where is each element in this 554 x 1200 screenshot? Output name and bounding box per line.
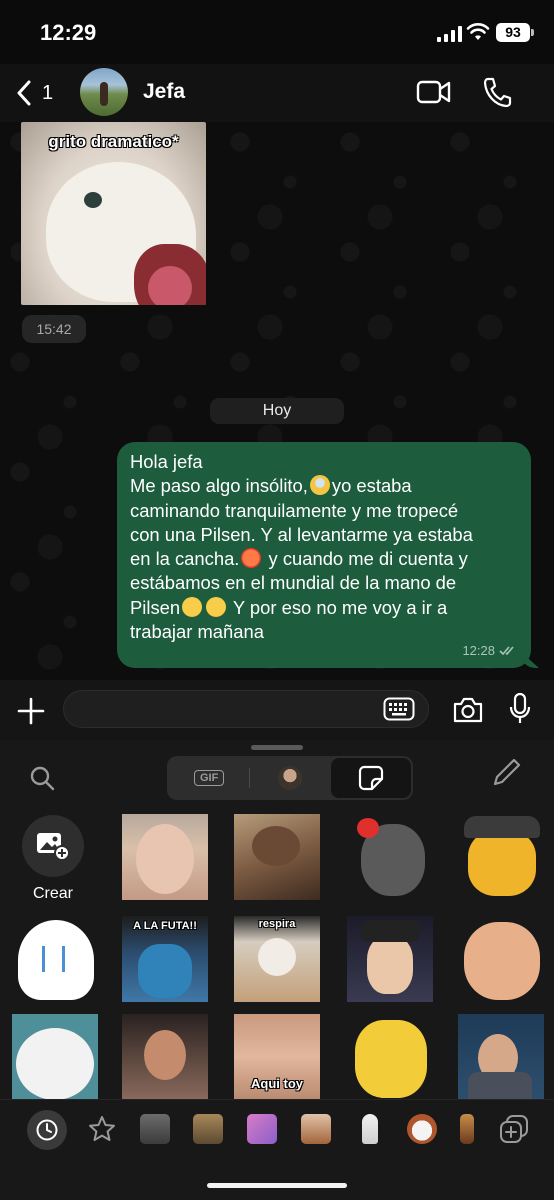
sticker-pack-6[interactable] [407, 1114, 437, 1144]
sticker-woman-laughing[interactable] [122, 1014, 208, 1100]
sticker-pack-3[interactable] [247, 1114, 277, 1144]
sticker-creature[interactable] [234, 814, 320, 900]
double-check-icon [499, 646, 514, 656]
message-text: estábamos en el mundial de la mano de [130, 572, 457, 594]
clock-icon [36, 1119, 58, 1141]
wifi-icon [466, 23, 490, 40]
message-text: y cuando me di cuenta y [263, 548, 468, 570]
video-call-button[interactable] [416, 78, 452, 106]
panel-grabber[interactable] [251, 745, 303, 750]
mic-icon[interactable] [508, 692, 532, 726]
message-text: trabajar mañana [130, 621, 264, 643]
sticker-anime-character[interactable] [347, 916, 433, 1002]
contact-name[interactable]: Jefa [143, 80, 185, 104]
sticker-packs-bar [0, 1099, 554, 1159]
sticker-bear-heart[interactable] [347, 814, 433, 900]
hot-face-emoji-icon [241, 548, 262, 569]
tab-stickers[interactable] [330, 758, 411, 798]
cellular-signal-icon [437, 26, 462, 42]
hand-over-mouth-emoji-icon [182, 596, 203, 617]
media-type-segmented-control: GIF [167, 756, 413, 800]
message-text: caminando tranquilamente y me tropecé [130, 499, 459, 521]
keyboard-icon[interactable] [383, 697, 415, 721]
pencil-icon[interactable] [489, 756, 523, 790]
sticker-tv-man[interactable] [458, 1014, 544, 1100]
message-text: Hola jefa [130, 451, 203, 472]
sticker-pack-7[interactable] [460, 1114, 474, 1144]
sticker-duck-hat[interactable] [458, 814, 544, 900]
incoming-sticker-message[interactable]: grito dramatico* [21, 122, 206, 305]
sticker-pack-2[interactable] [193, 1114, 223, 1144]
attach-plus-button[interactable] [16, 696, 46, 726]
chat-area[interactable]: grito dramatico* 15:42 Hoy Hola jefa Me … [0, 122, 554, 680]
message-text: en la cancha. [130, 548, 240, 570]
unread-count: 1 [42, 81, 54, 104]
sticker-crying-face[interactable] [12, 916, 98, 1002]
message-time: 12:28 [462, 643, 495, 658]
recent-stickers-tab[interactable] [27, 1110, 67, 1150]
outgoing-message-bubble[interactable]: Hola jefa Me paso algo insólito, yo estab… [117, 442, 531, 668]
sticker-facepalm[interactable] [12, 1014, 98, 1100]
sticker-pack-4[interactable] [301, 1114, 331, 1144]
sticker-baby-smile[interactable] [458, 916, 544, 1002]
back-icon [17, 80, 31, 106]
cat-sticker-image [46, 162, 206, 305]
message-text: yo estaba [331, 475, 412, 497]
tab-avatar[interactable] [250, 758, 330, 798]
message-meta: 12:28 [462, 643, 517, 658]
add-pack-icon[interactable] [499, 1114, 529, 1144]
status-time: 12:29 [40, 20, 97, 45]
sticker-caption: grito dramatico* [48, 132, 179, 151]
search-icon[interactable] [29, 765, 55, 791]
sticker-pikachu[interactable] [347, 1014, 433, 1100]
sticker-pack-1[interactable] [140, 1114, 170, 1144]
status-bar: 12:29 93 [0, 0, 554, 64]
sticker-icon [358, 765, 383, 791]
back-button[interactable]: 1 [16, 78, 53, 108]
avatar-sticker-icon [278, 766, 303, 790]
sticker-panel: GIF Crear A LA FUTA!! respira Aqui toy [0, 740, 554, 1200]
voice-call-button[interactable] [482, 76, 512, 108]
tab-gif[interactable]: GIF [169, 758, 249, 798]
avatar[interactable] [80, 68, 128, 116]
battery-indicator: 93 [496, 23, 534, 42]
message-input[interactable] [63, 690, 429, 728]
sticker-timestamp: 15:42 [22, 315, 86, 343]
create-sticker-button[interactable] [22, 815, 84, 877]
hand-over-mouth-emoji-icon [206, 596, 227, 617]
camera-icon[interactable] [452, 696, 484, 724]
sticker-pack-5[interactable] [362, 1114, 378, 1144]
sticker-aqui-toy[interactable]: Aqui toy [234, 1014, 320, 1100]
sticker-baby-frown[interactable] [122, 814, 208, 900]
message-text: Y por eso no me voy a ir a [228, 596, 448, 618]
message-text: Me paso algo insólito, [130, 475, 308, 497]
sticker-respira[interactable]: respira [234, 916, 320, 1002]
create-label: Crear [32, 885, 73, 902]
message-text: Pilsen [130, 596, 181, 618]
gif-icon: GIF [193, 770, 225, 786]
input-bar [0, 680, 554, 740]
chat-header: 1 Jefa [0, 64, 554, 122]
date-separator: Hoy [210, 398, 344, 424]
scream-emoji-icon [309, 475, 330, 496]
add-photo-icon [37, 833, 70, 861]
star-icon[interactable] [88, 1115, 116, 1143]
home-indicator [207, 1183, 347, 1188]
message-text: con una Pilsen. Y al levantarme ya estab… [130, 523, 473, 545]
sticker-a-la-futa[interactable]: A LA FUTA!! [122, 916, 208, 1002]
